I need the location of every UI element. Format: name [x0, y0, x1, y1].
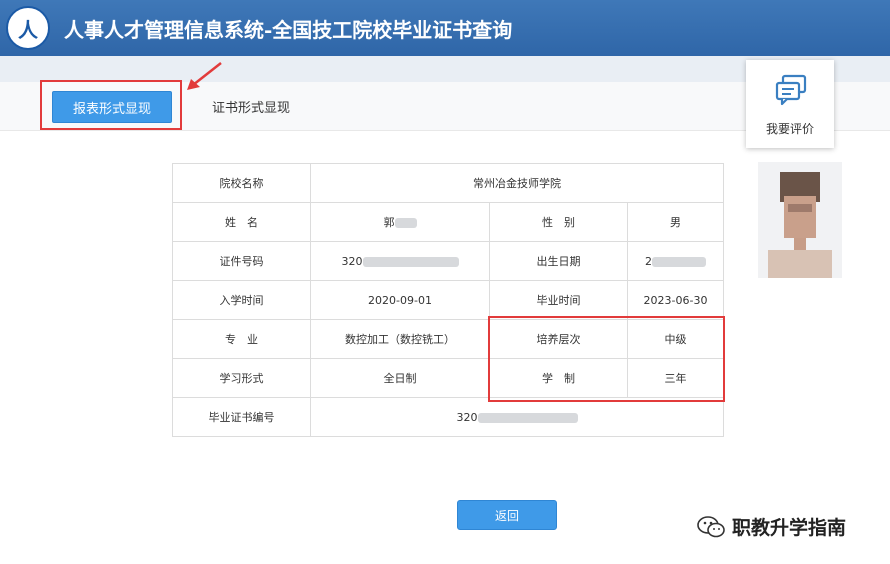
watermark-text: 职教升学指南: [732, 517, 847, 539]
highlight-box-report-button: [40, 80, 182, 130]
table-row: 毕业证书编号 320: [172, 397, 725, 437]
id-number-value: 320: [341, 254, 363, 268]
study-mode-value: 全日制: [310, 358, 490, 398]
major-label: 专 业: [172, 319, 311, 359]
certificate-number-label: 毕业证书编号: [172, 397, 311, 437]
study-mode-label: 学习形式: [172, 358, 311, 398]
name-cell: 郭: [310, 202, 490, 242]
app-header: 人 人事人才管理信息系统-全国技工院校毕业证书查询: [0, 0, 890, 56]
major-value: 数控加工（数控铣工）: [310, 319, 490, 359]
redacted-mark: [362, 256, 459, 267]
birth-date-value: 2: [645, 254, 653, 268]
id-number-cell: 320: [310, 241, 490, 281]
enrollment-date-value: 2020-09-01: [310, 280, 490, 320]
back-button[interactable]: 返回: [457, 500, 557, 530]
school-name-value: 常州冶金技师学院: [309, 163, 725, 203]
wechat-icon: [697, 515, 725, 537]
name-label: 姓 名: [172, 202, 311, 242]
gender-label: 性 别: [489, 202, 628, 242]
watermark: 职教升学指南: [696, 513, 846, 540]
gender-value: 男: [626, 202, 725, 242]
table-row: 证件号码 320 出生日期 2: [172, 241, 725, 281]
student-photo: [758, 162, 842, 278]
name-value: 郭: [383, 216, 395, 229]
certificate-number-value: 320: [456, 410, 478, 424]
certificate-number-cell: 320: [309, 397, 725, 437]
system-logo: 人: [6, 6, 50, 50]
redacted-mark: [652, 256, 707, 267]
certificate-view-tab[interactable]: 证书形式显现: [212, 97, 290, 116]
birth-date-cell: 2: [626, 241, 725, 281]
review-button[interactable]: 我要评价: [746, 60, 834, 148]
graduation-date-label: 毕业时间: [489, 280, 628, 320]
highlight-box-level-duration: [488, 316, 725, 402]
graduation-date-value: 2023-06-30: [626, 280, 725, 320]
redacted-mark: [477, 412, 578, 423]
school-name-label: 院校名称: [172, 163, 311, 203]
red-arrow-annotation: [187, 62, 222, 90]
chat-bubbles-icon: [775, 74, 807, 106]
id-number-label: 证件号码: [172, 241, 311, 281]
table-row: 院校名称 常州冶金技师学院: [172, 163, 725, 203]
table-row: 姓 名 郭 性 别 男: [172, 202, 725, 242]
table-row: 入学时间 2020-09-01 毕业时间 2023-06-30: [172, 280, 725, 320]
enrollment-date-label: 入学时间: [172, 280, 311, 320]
page-title: 人事人才管理信息系统-全国技工院校毕业证书查询: [64, 18, 513, 42]
review-label: 我要评价: [765, 122, 814, 136]
birth-date-label: 出生日期: [489, 241, 628, 281]
redacted-mark: [394, 218, 417, 228]
